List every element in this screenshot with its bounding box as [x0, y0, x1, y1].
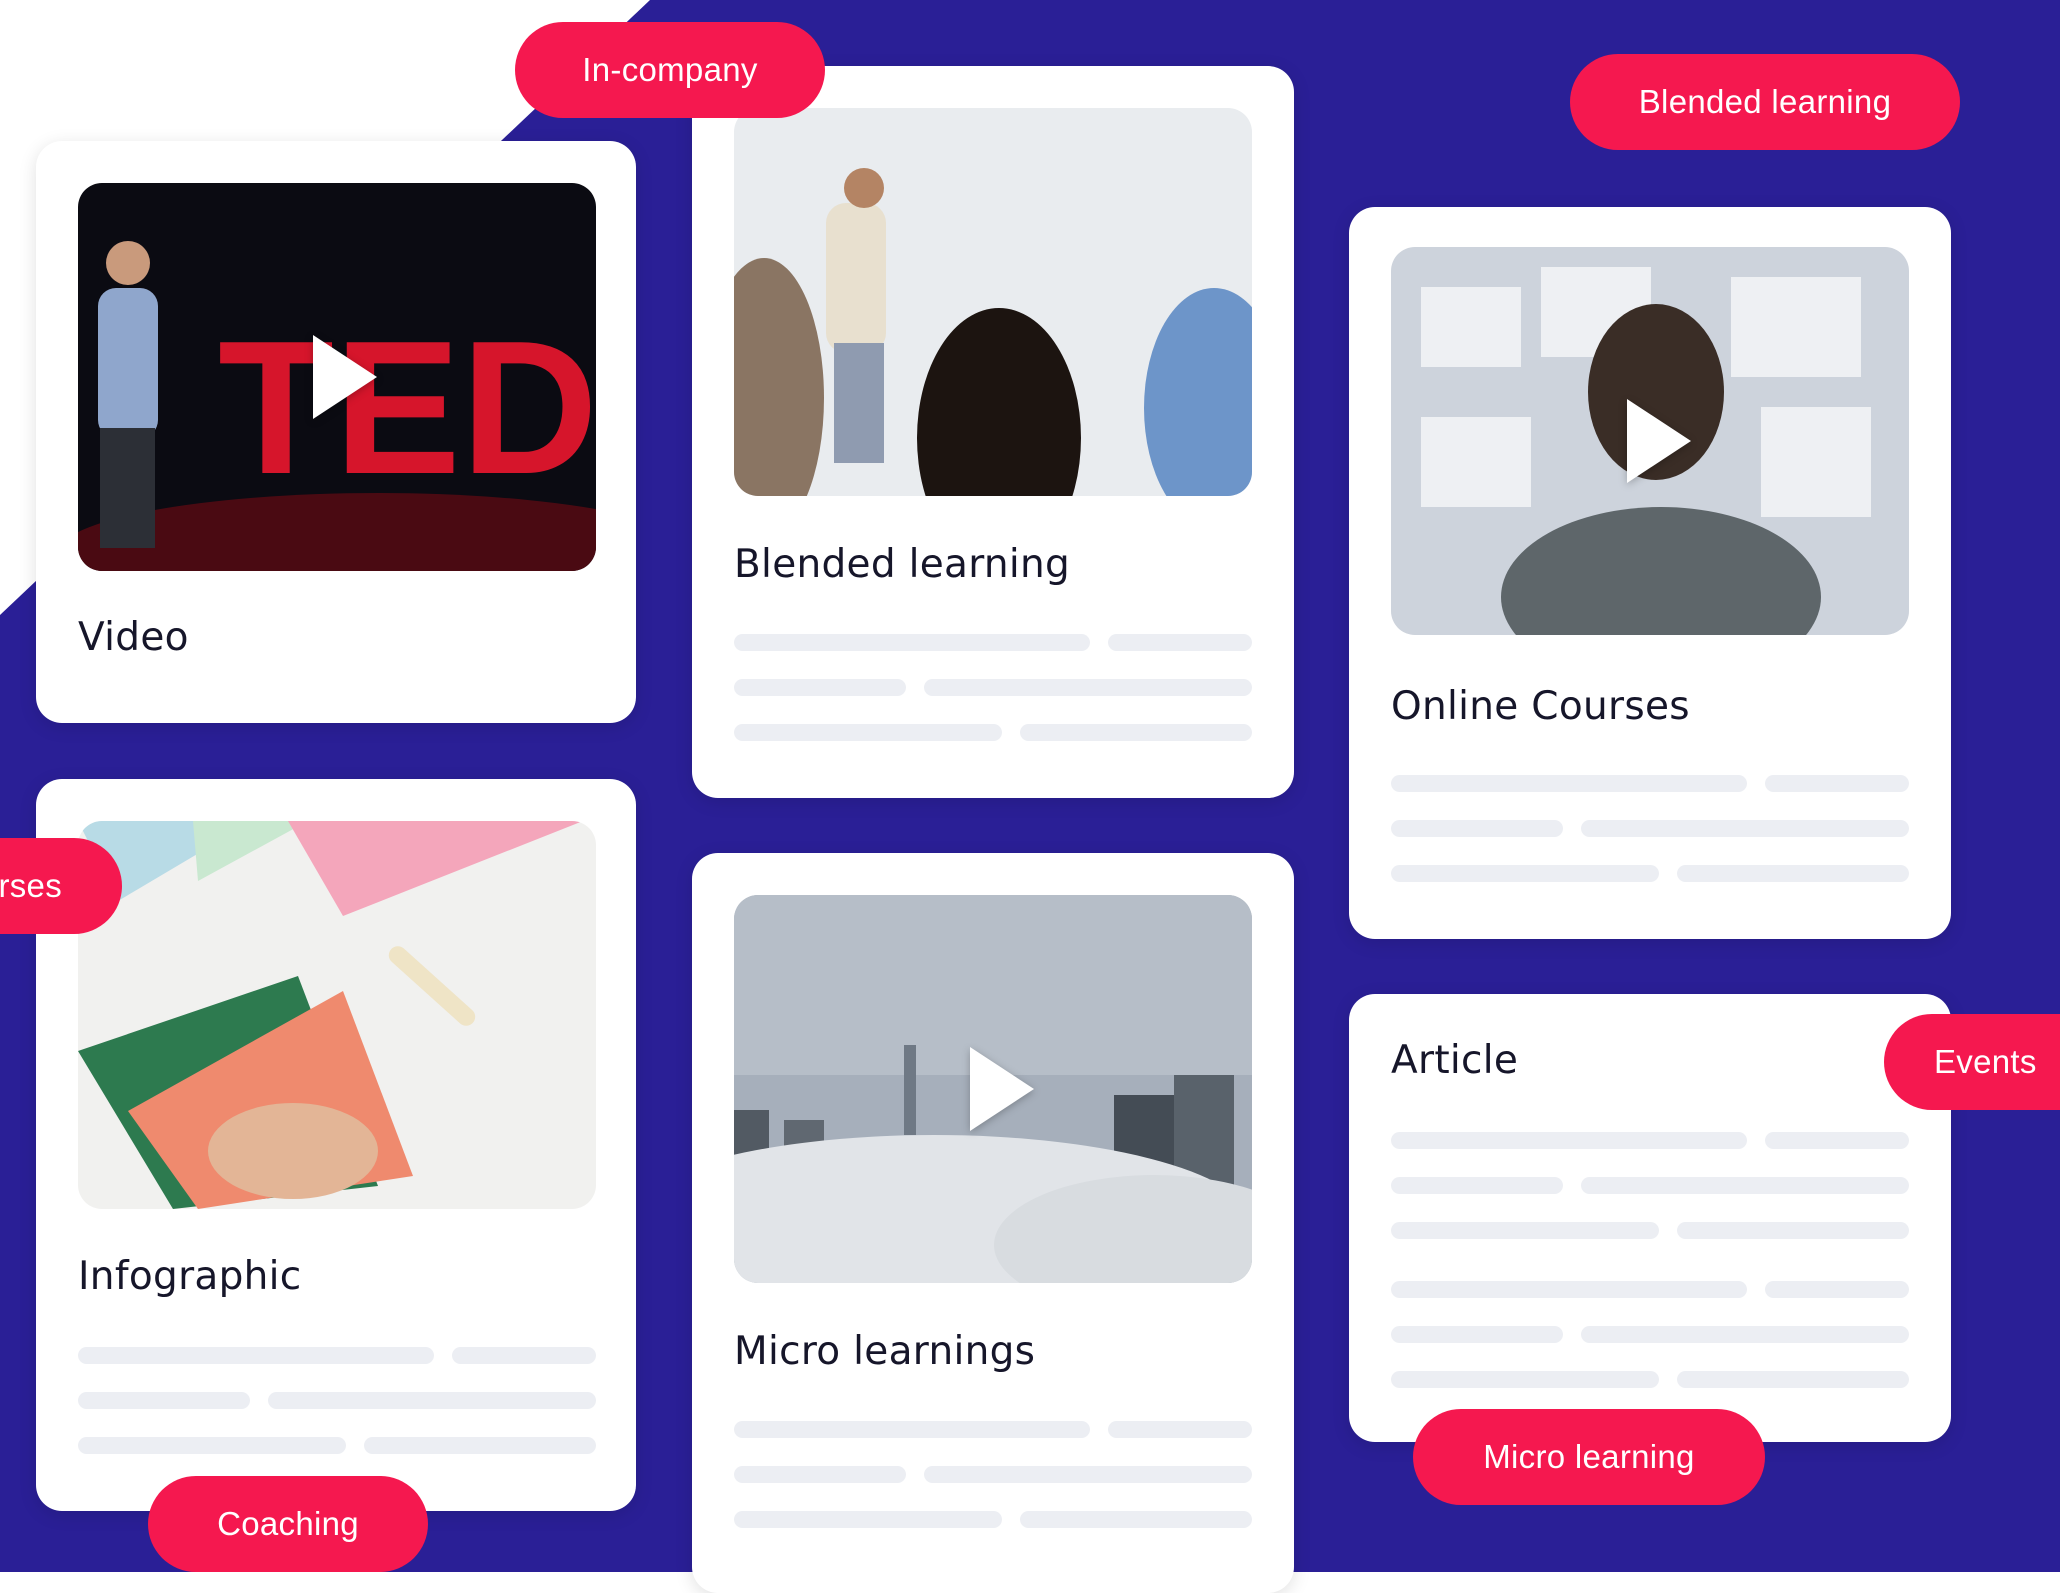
- text-placeholder: [1108, 1421, 1252, 1438]
- text-placeholder: [1391, 1132, 1747, 1149]
- text-placeholder: [734, 679, 906, 696]
- tag-courses[interactable]: rses: [0, 838, 122, 934]
- text-placeholder: [364, 1437, 596, 1454]
- text-placeholder: [1581, 820, 1909, 837]
- text-placeholder: [78, 1437, 346, 1454]
- video-thumbnail[interactable]: TED: [78, 183, 596, 571]
- text-placeholder: [1581, 1177, 1909, 1194]
- text-placeholder: [734, 1511, 1002, 1528]
- text-placeholder: [1391, 1281, 1747, 1298]
- card-title: Article: [1391, 1038, 1519, 1083]
- card-title: Online Courses: [1391, 684, 1690, 729]
- text-placeholder: [1391, 1177, 1563, 1194]
- text-placeholder: [78, 1347, 434, 1364]
- card-title: Infographic: [78, 1254, 302, 1299]
- play-icon[interactable]: [313, 335, 377, 419]
- text-placeholder: [452, 1347, 596, 1364]
- tag-events[interactable]: Events: [1884, 1014, 2060, 1110]
- text-placeholder: [1765, 775, 1909, 792]
- card-article[interactable]: Article: [1349, 994, 1951, 1442]
- text-placeholder: [1391, 820, 1563, 837]
- tag-coaching[interactable]: Coaching: [148, 1476, 428, 1572]
- text-placeholder: [1677, 865, 1909, 882]
- card-title: Video: [78, 615, 189, 660]
- card-infographic[interactable]: Infographic: [36, 779, 636, 1511]
- blended-image: [734, 108, 1252, 496]
- text-placeholder: [734, 1466, 906, 1483]
- text-placeholder: [268, 1392, 596, 1409]
- text-placeholder: [1391, 1326, 1563, 1343]
- tag-blended-learning[interactable]: Blended learning: [1570, 54, 1960, 150]
- card-title: Micro learnings: [734, 1329, 1036, 1374]
- text-placeholder: [734, 1421, 1090, 1438]
- online-courses-thumbnail[interactable]: [1391, 247, 1909, 635]
- text-placeholder: [1581, 1326, 1909, 1343]
- text-placeholder: [734, 634, 1090, 651]
- text-placeholder: [1020, 1511, 1252, 1528]
- card-title: Blended learning: [734, 542, 1071, 587]
- text-placeholder: [1765, 1132, 1909, 1149]
- text-placeholder: [1391, 865, 1659, 882]
- text-placeholder: [924, 679, 1252, 696]
- text-placeholder: [1391, 1371, 1659, 1388]
- text-placeholder: [1020, 724, 1252, 741]
- play-icon[interactable]: [1627, 399, 1691, 483]
- text-placeholder: [1108, 634, 1252, 651]
- play-icon[interactable]: [970, 1047, 1034, 1131]
- text-placeholder: [1391, 1222, 1659, 1239]
- card-blended-learning[interactable]: Blended learning: [692, 66, 1294, 798]
- tag-in-company[interactable]: In-company: [515, 22, 825, 118]
- text-placeholder: [1391, 775, 1747, 792]
- card-video[interactable]: TED Video: [36, 141, 636, 723]
- svg-text:TED: TED: [218, 302, 596, 514]
- text-placeholder: [1677, 1222, 1909, 1239]
- card-micro-learnings[interactable]: Micro learnings: [692, 853, 1294, 1593]
- infographic-image: [78, 821, 596, 1209]
- text-placeholder: [734, 724, 1002, 741]
- micro-learnings-thumbnail[interactable]: [734, 895, 1252, 1283]
- text-placeholder: [1765, 1281, 1909, 1298]
- card-online-courses[interactable]: Online Courses: [1349, 207, 1951, 939]
- text-placeholder: [924, 1466, 1252, 1483]
- text-placeholder: [78, 1392, 250, 1409]
- tag-micro-learning[interactable]: Micro learning: [1413, 1409, 1765, 1505]
- text-placeholder: [1677, 1371, 1909, 1388]
